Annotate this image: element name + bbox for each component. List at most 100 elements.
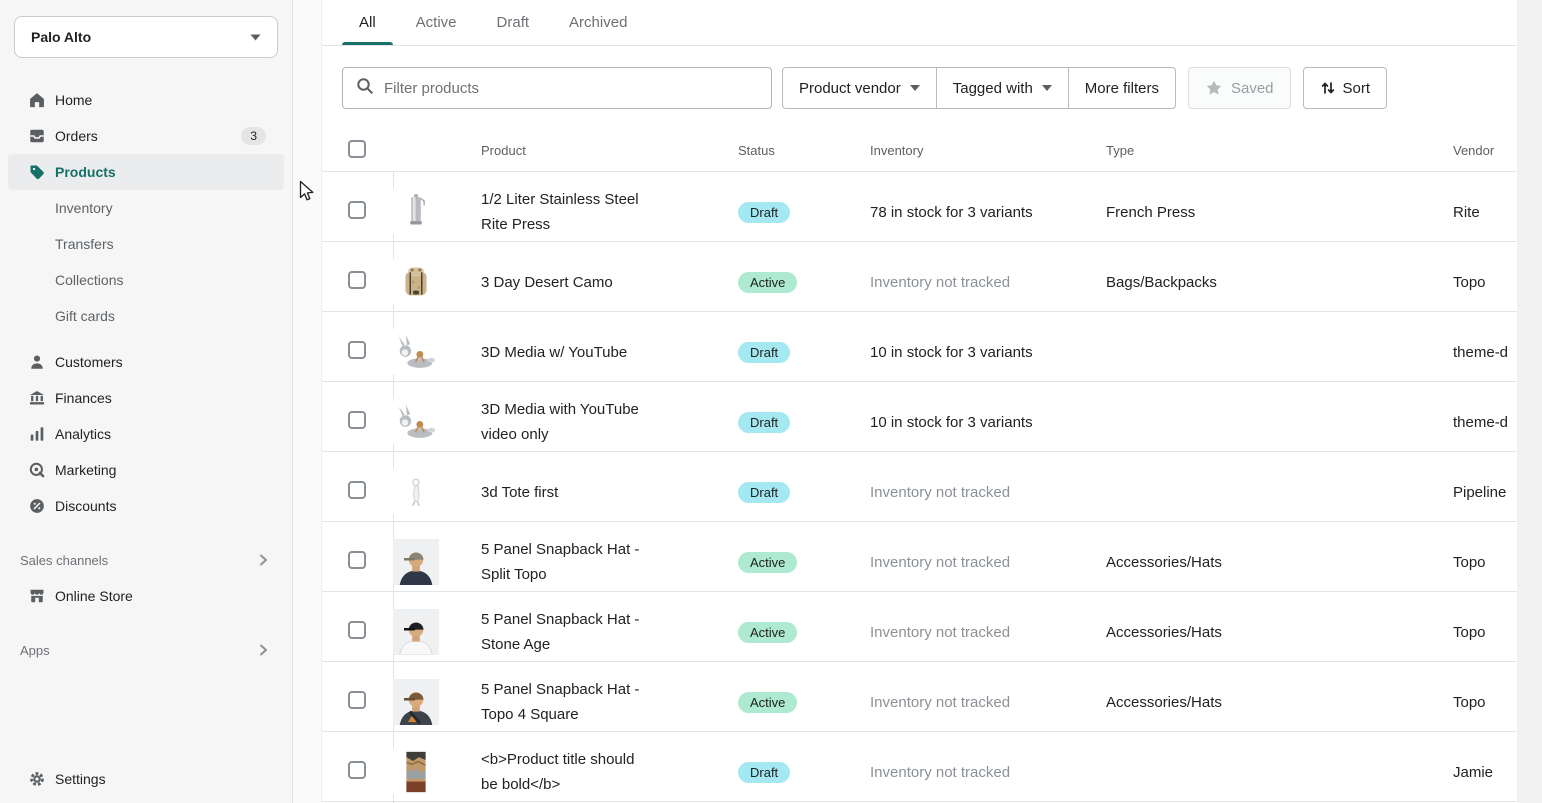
inventory-text: 78 in stock for 3 variants	[857, 204, 1093, 221]
sidebar-item-label: Finances	[55, 390, 112, 406]
sidebar-item-collections[interactable]: Collections	[8, 262, 284, 298]
sidebar-item-home[interactable]: Home	[8, 82, 284, 118]
inventory-text: Inventory not tracked	[857, 694, 1093, 711]
caret-down-icon	[1042, 85, 1052, 91]
inventory-text: 10 in stock for 3 variants	[857, 344, 1093, 361]
sidebar-item-gift-cards[interactable]: Gift cards	[8, 298, 284, 334]
vendor-text: Topo	[1440, 694, 1517, 711]
hat-black-thumb	[393, 591, 468, 673]
sidebar-section-sales-channels[interactable]: Sales channels	[8, 546, 284, 574]
saved-button[interactable]: Saved	[1188, 67, 1291, 109]
home-icon	[28, 91, 46, 109]
product-title: 3D Media with YouTube video only	[468, 397, 643, 447]
canyon-thumb	[393, 731, 468, 803]
type-text: Accessories/Hats	[1093, 624, 1440, 641]
sidebar-item-analytics[interactable]: Analytics	[8, 416, 284, 452]
product-title: 1/2 Liter Stainless Steel Rite Press	[468, 187, 643, 237]
analytics-icon	[28, 425, 46, 443]
vendor-text: Topo	[1440, 624, 1517, 641]
inventory-text: Inventory not tracked	[857, 484, 1093, 501]
row-checkbox[interactable]	[348, 691, 366, 709]
online-store-label: Online Store	[55, 588, 133, 604]
sidebar-item-finances[interactable]: Finances	[8, 380, 284, 416]
gear-icon	[28, 770, 46, 788]
product-title: 5 Panel Snapback Hat - Split Topo	[468, 537, 643, 587]
tab-archived[interactable]: Archived	[552, 0, 644, 45]
table-row[interactable]: 3 Day Desert Camo Active Inventory not t…	[322, 242, 1517, 312]
product-title: 3 Day Desert Camo	[468, 270, 643, 295]
filter-products-input[interactable]	[384, 80, 759, 97]
table-header: ProductStatusInventoryTypeVendor	[322, 130, 1517, 172]
row-checkbox[interactable]	[348, 481, 366, 499]
settings-label: Settings	[55, 771, 106, 787]
table-body: 1/2 Liter Stainless Steel Rite Press Dra…	[322, 172, 1517, 802]
row-checkbox[interactable]	[348, 551, 366, 569]
sidebar-item-settings[interactable]: Settings	[8, 761, 284, 797]
status-tabs: AllActive Draft Archived	[322, 0, 1517, 46]
sort-label: Sort	[1343, 80, 1371, 97]
cartoon-thumb	[393, 311, 468, 393]
inventory-text: Inventory not tracked	[857, 554, 1093, 571]
sort-button[interactable]: Sort	[1303, 67, 1388, 109]
sort-arrows-icon	[1320, 80, 1336, 96]
tote-thumb	[393, 451, 468, 533]
products-icon	[28, 163, 46, 181]
row-checkbox[interactable]	[348, 761, 366, 779]
tab-label: Archived	[569, 14, 627, 31]
hat-gray-thumb	[393, 521, 468, 603]
sidebar-item-label: Orders	[55, 128, 98, 144]
sidebar-item-orders[interactable]: Orders3	[8, 118, 284, 154]
select-all-checkbox[interactable]	[348, 140, 366, 158]
finances-icon	[28, 389, 46, 407]
vendor-text: Jamie	[1440, 764, 1517, 781]
filter-bar: Product vendor Tagged with More filters	[322, 46, 1517, 130]
table-row[interactable]: 5 Panel Snapback Hat - Topo 4 Square Act…	[322, 662, 1517, 732]
search-icon	[355, 76, 375, 101]
tab-label: Draft	[497, 14, 530, 31]
sidebar-item-marketing[interactable]: Marketing	[8, 452, 284, 488]
column-header-inventory: Inventory	[857, 143, 1093, 158]
type-text: Accessories/Hats	[1093, 554, 1440, 571]
column-header-product: Product	[468, 143, 725, 158]
tagged-with-button[interactable]: Tagged with	[936, 67, 1069, 109]
row-checkbox[interactable]	[348, 411, 366, 429]
store-selector[interactable]: Palo Alto	[14, 16, 278, 58]
caret-down-icon	[910, 85, 920, 91]
table-row[interactable]: 3d Tote first Draft Inventory not tracke…	[322, 452, 1517, 522]
sidebar-item-label: Collections	[55, 272, 123, 288]
product-vendor-button[interactable]: Product vendor	[782, 67, 937, 109]
row-checkbox[interactable]	[348, 621, 366, 639]
product-title: <b>Product title should be bold</b>	[468, 747, 643, 797]
chevron-down-icon	[250, 28, 261, 46]
scrollbar-gutter[interactable]	[1517, 0, 1542, 803]
status-badge: Draft	[738, 762, 790, 783]
row-checkbox[interactable]	[348, 341, 366, 359]
chevron-right-icon	[256, 553, 270, 567]
table-row[interactable]: 3D Media w/ YouTube Draft 10 in stock fo…	[322, 312, 1517, 382]
table-row[interactable]: 3D Media with YouTube video only Draft 1…	[322, 382, 1517, 452]
table-row[interactable]: 5 Panel Snapback Hat - Stone Age Active …	[322, 592, 1517, 662]
inventory-text: Inventory not tracked	[857, 624, 1093, 641]
inventory-text: 10 in stock for 3 variants	[857, 414, 1093, 431]
vendor-text: Rite	[1440, 204, 1517, 221]
vendor-text: theme-d	[1440, 414, 1517, 431]
sidebar-item-inventory[interactable]: Inventory	[8, 190, 284, 226]
tab-draft[interactable]: Draft	[480, 0, 547, 45]
table-row[interactable]: <b>Product title should be bold</b> Draf…	[322, 732, 1517, 802]
table-row[interactable]: 5 Panel Snapback Hat - Split Topo Active…	[322, 522, 1517, 592]
tab-active[interactable]: Active	[399, 0, 474, 45]
tab-all[interactable]: All	[342, 0, 393, 45]
table-row[interactable]: 1/2 Liter Stainless Steel Rite Press Dra…	[322, 172, 1517, 242]
row-checkbox[interactable]	[348, 271, 366, 289]
sidebar-item-customers[interactable]: Customers	[8, 344, 284, 380]
star-icon	[1205, 79, 1223, 97]
status-badge: Draft	[738, 412, 790, 433]
more-filters-button[interactable]: More filters	[1068, 67, 1176, 109]
sidebar-section-apps[interactable]: Apps	[8, 636, 284, 664]
sidebar-item-online-store[interactable]: Online Store	[8, 578, 284, 614]
sidebar-item-transfers[interactable]: Transfers	[8, 226, 284, 262]
sidebar-item-discounts[interactable]: Discounts	[8, 488, 284, 524]
sidebar-item-products[interactable]: Products	[8, 154, 284, 190]
row-checkbox[interactable]	[348, 201, 366, 219]
filter-button-group: Product vendor Tagged with More filters	[782, 67, 1176, 109]
